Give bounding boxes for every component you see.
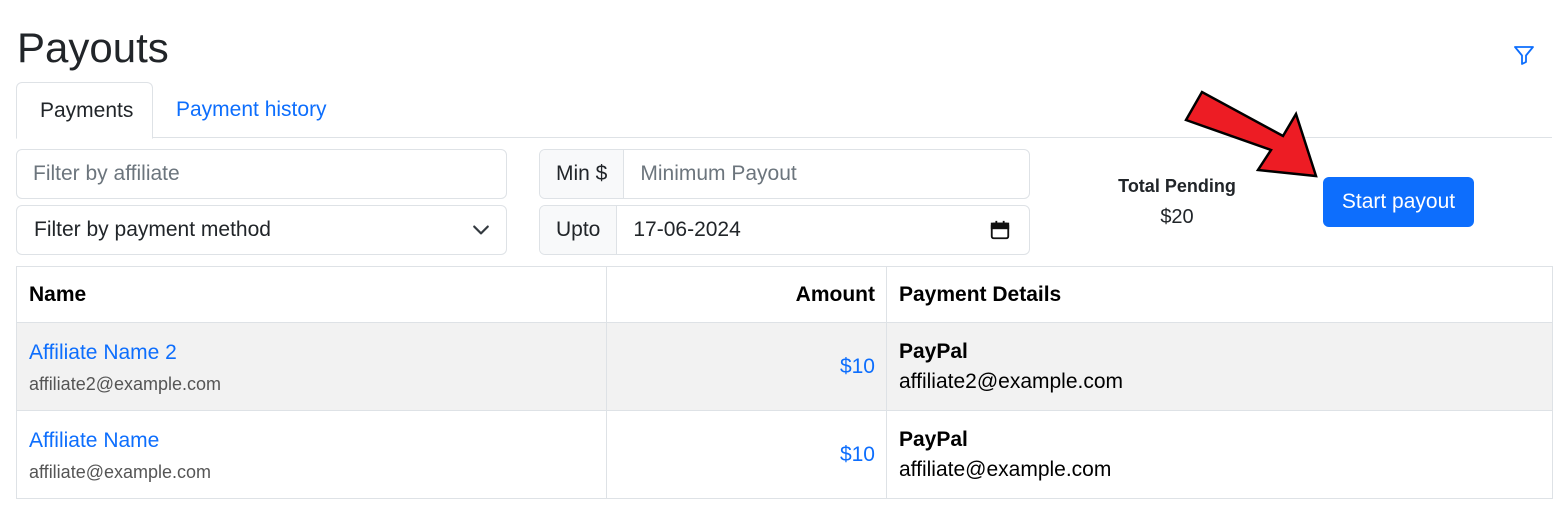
min-payout-wrap bbox=[624, 150, 1029, 198]
affiliate-email: affiliate@example.com bbox=[29, 461, 212, 482]
payment-method: PayPal bbox=[899, 339, 968, 363]
affiliate-name-link[interactable]: Affiliate Name 2 bbox=[29, 339, 594, 367]
header-amount: Amount bbox=[606, 266, 887, 323]
tab-payments[interactable]: Payments bbox=[16, 82, 153, 139]
name-cell: Affiliate Name 2 affiliate2@example.com bbox=[16, 322, 607, 411]
table-header-row: Name Amount Payment Details bbox=[16, 266, 1553, 323]
upto-date-field[interactable]: 17-06-2024 bbox=[617, 206, 1029, 254]
affiliate-filter-input[interactable] bbox=[17, 150, 506, 198]
chevron-down-icon bbox=[473, 225, 489, 235]
payment-detail: affiliate2@example.com bbox=[899, 369, 1124, 393]
payment-details-cell: PayPal affiliate2@example.com bbox=[886, 322, 1553, 411]
annotation-arrow-icon bbox=[1184, 90, 1318, 178]
payment-details-cell: PayPal affiliate@example.com bbox=[886, 410, 1553, 499]
affiliate-filter-field bbox=[16, 149, 507, 199]
payment-method-select[interactable]: Filter by payment method bbox=[16, 205, 507, 255]
payment-method-selected: Filter by payment method bbox=[34, 218, 271, 241]
page-title: Payouts bbox=[17, 24, 169, 71]
amount-cell: $10 bbox=[606, 410, 887, 499]
total-pending-value: $20 bbox=[1160, 206, 1194, 228]
calendar-icon[interactable] bbox=[989, 219, 1011, 241]
amount-cell: $10 bbox=[606, 322, 887, 411]
amount-link[interactable]: $10 bbox=[840, 443, 875, 466]
tab-payment-history[interactable]: Payment history bbox=[153, 82, 350, 138]
affiliate-name-link[interactable]: Affiliate Name bbox=[29, 427, 594, 455]
upto-label: Upto bbox=[540, 206, 618, 254]
start-payout-button[interactable]: Start payout bbox=[1323, 177, 1474, 227]
min-payout-input[interactable] bbox=[624, 150, 1029, 198]
payment-method: PayPal bbox=[899, 427, 968, 451]
payouts-page: Payouts Payments Payment history Filter … bbox=[0, 0, 1568, 511]
min-payout-group: Min $ bbox=[539, 149, 1030, 199]
upto-date-group: Upto 17-06-2024 bbox=[539, 205, 1030, 255]
name-cell: Affiliate Name affiliate@example.com bbox=[16, 410, 607, 499]
header-name: Name bbox=[16, 266, 607, 323]
min-label: Min $ bbox=[540, 150, 625, 198]
payment-detail: affiliate@example.com bbox=[899, 457, 1112, 481]
table-row: Affiliate Name affiliate@example.com $10… bbox=[16, 410, 1553, 499]
amount-link[interactable]: $10 bbox=[840, 355, 875, 378]
payouts-table: Name Amount Payment Details Affiliate Na… bbox=[16, 266, 1553, 499]
header-payment-details: Payment Details bbox=[886, 266, 1553, 323]
upto-date-value[interactable]: 17-06-2024 bbox=[617, 218, 989, 242]
filter-icon[interactable] bbox=[1512, 43, 1536, 67]
affiliate-email: affiliate2@example.com bbox=[29, 373, 222, 394]
table-row: Affiliate Name 2 affiliate2@example.com … bbox=[16, 322, 1553, 411]
